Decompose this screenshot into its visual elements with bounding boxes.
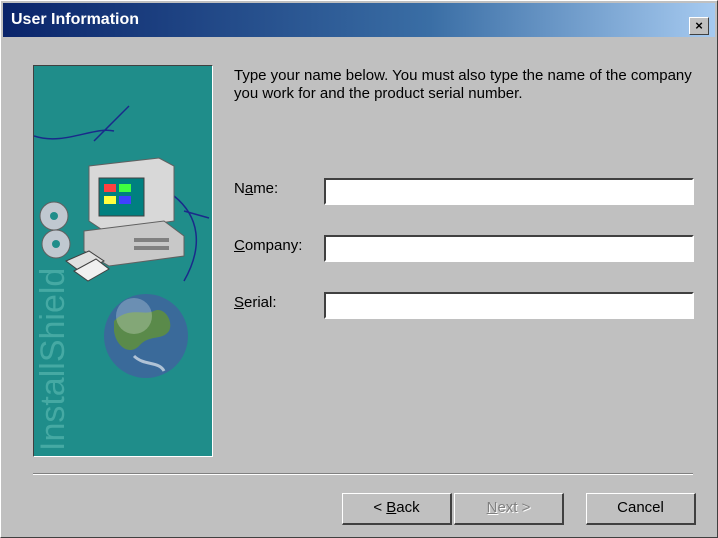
installshield-brand-text: InstallShield [34, 268, 72, 451]
title-bar[interactable]: User Information × [3, 3, 715, 37]
cd-icon [39, 201, 71, 259]
globe-icon [104, 294, 188, 378]
window-title: User Information [11, 11, 140, 28]
instructions-text: Type your name below. You must also type… [234, 67, 692, 102]
close-button[interactable]: × [689, 17, 709, 35]
close-icon: × [695, 18, 703, 33]
installshield-graphic: InstallShield [33, 65, 213, 457]
serial-field[interactable] [324, 292, 694, 319]
name-field[interactable] [324, 178, 694, 205]
next-button[interactable]: Next > [454, 493, 564, 525]
name-label: Name: [234, 180, 279, 197]
company-label: Company: [234, 237, 303, 254]
separator-line [33, 473, 693, 475]
cancel-button[interactable]: Cancel [586, 493, 696, 525]
serial-input[interactable] [330, 297, 688, 314]
dialog-window: User Information × InstallShield Type yo… [0, 0, 718, 538]
computer-icon [83, 157, 185, 267]
setup-illustration: InstallShield [34, 105, 210, 451]
company-field[interactable] [324, 235, 694, 262]
company-input[interactable] [330, 240, 688, 257]
back-button[interactable]: < Back [342, 493, 452, 525]
name-input[interactable] [330, 183, 688, 200]
serial-label: Serial: [234, 294, 277, 311]
